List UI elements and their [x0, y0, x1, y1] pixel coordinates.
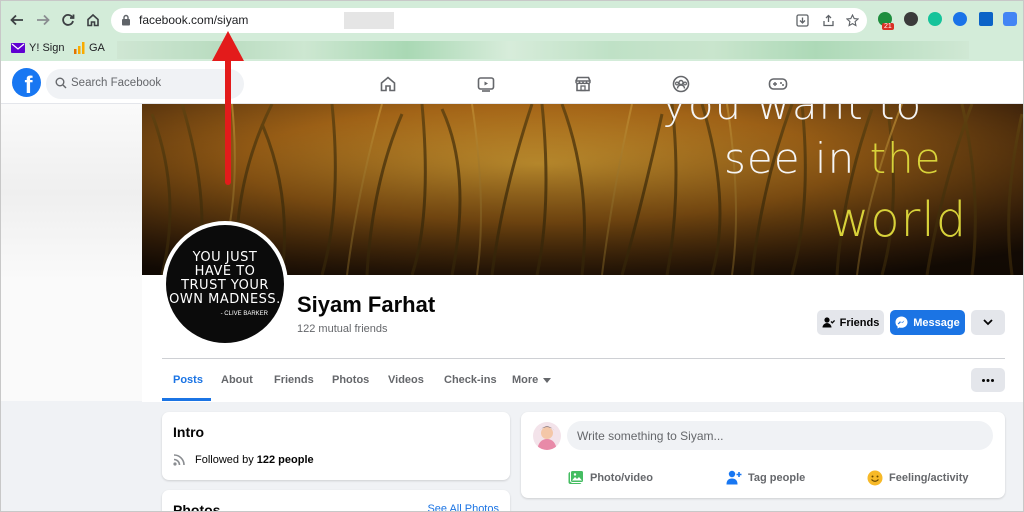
quote-line: TRUST YOUR — [181, 278, 269, 293]
followed-count[interactable]: 122 people — [257, 454, 314, 466]
message-label: Message — [913, 316, 960, 329]
logo-letter: f — [24, 72, 33, 97]
smiley-icon — [867, 470, 883, 486]
feeling-activity-label: Feeling/activity — [889, 472, 969, 484]
quote-line: YOU JUST — [192, 250, 258, 265]
friends-check-icon — [822, 317, 835, 328]
forward-icon[interactable] — [34, 11, 52, 29]
photos-title: Photos — [173, 502, 221, 512]
browser-toolbar: facebook.com/siyam 21 — [1, 1, 1023, 39]
bookmark-star-icon[interactable] — [845, 13, 859, 27]
back-icon[interactable] — [8, 11, 26, 29]
feeling-activity-action[interactable]: Feeling/activity — [867, 470, 968, 486]
profile-name: Siyam Farhat — [297, 292, 436, 317]
bookmark-sign[interactable]: Y! Sign — [11, 42, 64, 54]
composer-avatar[interactable] — [533, 422, 561, 450]
photos-card: Photos See All Photos — [162, 490, 510, 512]
followed-by-row: Followed by 122 people — [173, 453, 314, 466]
photo-icon — [568, 470, 584, 484]
active-tab-indicator — [162, 398, 211, 401]
friends-label: Friends — [839, 316, 880, 329]
see-all-photos-link[interactable]: See All Photos — [427, 503, 499, 511]
search-icon — [55, 77, 67, 89]
chevron-down-icon — [983, 319, 993, 326]
messenger-icon — [895, 316, 908, 329]
home-icon[interactable] — [378, 74, 398, 94]
tag-people-action[interactable]: Tag people — [726, 470, 805, 485]
tab-more[interactable]: More — [512, 374, 552, 386]
left-gutter — [1, 104, 142, 401]
facebook-logo[interactable]: f — [12, 68, 41, 97]
tab-check-ins[interactable]: Check-ins — [444, 374, 497, 386]
cover-text-see-in: see in — [724, 134, 870, 183]
intro-title: Intro — [173, 424, 205, 440]
mutual-friends[interactable]: 122 mutual friends — [297, 323, 388, 335]
profile-avatar[interactable]: YOU JUST HAVE TO TRUST YOUR OWN MADNESS.… — [162, 221, 288, 347]
message-button[interactable]: Message — [890, 310, 965, 335]
tab-posts[interactable]: Posts — [173, 374, 203, 386]
url-text: facebook.com/siyam — [139, 13, 249, 27]
install-icon[interactable] — [795, 13, 809, 27]
tag-people-label: Tag people — [748, 471, 806, 484]
rss-icon — [173, 454, 185, 466]
analytics-icon — [74, 42, 85, 54]
photo-video-action[interactable]: Photo/video — [568, 470, 653, 485]
extension-board-icon[interactable] — [979, 12, 993, 26]
watch-icon[interactable] — [476, 74, 496, 94]
intro-card: Intro Followed by 122 people — [162, 412, 510, 480]
screenshot-frame: facebook.com/siyam 21 Y! Sign GA f Searc… — [0, 0, 1024, 512]
quote-line: OWN MADNESS. — [169, 292, 281, 307]
profile-divider — [162, 358, 1005, 359]
cover-text-line2: see in the — [724, 134, 942, 183]
ellipsis-icon — [982, 378, 994, 382]
caret-down-icon — [543, 377, 552, 383]
cover-text-the: the — [869, 134, 942, 183]
avatar-illustration — [537, 426, 557, 450]
annotation-arrow — [212, 31, 244, 185]
groups-icon[interactable] — [671, 74, 691, 94]
tab-photos[interactable]: Photos — [332, 374, 369, 386]
cover-text-line3: world — [830, 192, 968, 248]
composer-card: Write something to Siyam... Photo/video … — [521, 412, 1005, 498]
avatar-quote: YOU JUST HAVE TO TRUST YOUR OWN MADNESS. — [166, 251, 284, 307]
quote-line: HAVE TO — [194, 264, 256, 279]
facebook-header: f Search Facebook — [1, 63, 1023, 104]
share-icon[interactable] — [821, 13, 835, 27]
photo-video-label: Photo/video — [590, 471, 653, 484]
marketplace-icon[interactable] — [573, 74, 593, 94]
tab-videos[interactable]: Videos — [388, 374, 424, 386]
tab-about[interactable]: About — [221, 374, 253, 386]
bookmark-ga[interactable]: GA — [73, 42, 105, 54]
tag-people-icon — [726, 470, 742, 485]
tab-friends[interactable]: Friends — [274, 374, 314, 386]
followed-by-text: Followed by 122 people — [195, 454, 314, 466]
extension-crosshair-icon[interactable] — [953, 12, 967, 26]
friends-button[interactable]: Friends — [817, 310, 884, 335]
home-browser-icon[interactable] — [84, 11, 102, 29]
lock-icon — [122, 14, 130, 26]
composer-input[interactable]: Write something to Siyam... — [567, 421, 993, 450]
extension-profile-icon[interactable] — [1003, 12, 1017, 26]
bookmark-label: Y! Sign — [29, 42, 65, 54]
url-redaction — [344, 12, 394, 29]
extension-grammarly-icon[interactable] — [928, 12, 942, 26]
tab-more-label: More — [512, 374, 539, 386]
bookmark-label: GA — [89, 42, 105, 54]
followed-prefix: Followed by — [195, 453, 257, 466]
search-placeholder: Search Facebook — [71, 77, 162, 89]
cover-text-line1: you want to — [662, 104, 923, 129]
extension-k-icon[interactable] — [904, 12, 918, 26]
composer-placeholder: Write something to Siyam... — [577, 429, 724, 443]
reload-icon[interactable] — [59, 11, 77, 29]
quote-author: - CLIVE BARKER — [220, 311, 268, 317]
more-options-button[interactable] — [971, 310, 1005, 335]
avatar-quote-image: YOU JUST HAVE TO TRUST YOUR OWN MADNESS.… — [166, 225, 284, 343]
bookmarks-bar: Y! Sign GA — [1, 39, 1023, 61]
extension-badge: 21 — [882, 23, 894, 30]
mail-icon — [11, 43, 25, 53]
gaming-icon[interactable] — [768, 74, 788, 94]
tab-overflow-button[interactable] — [971, 368, 1005, 392]
